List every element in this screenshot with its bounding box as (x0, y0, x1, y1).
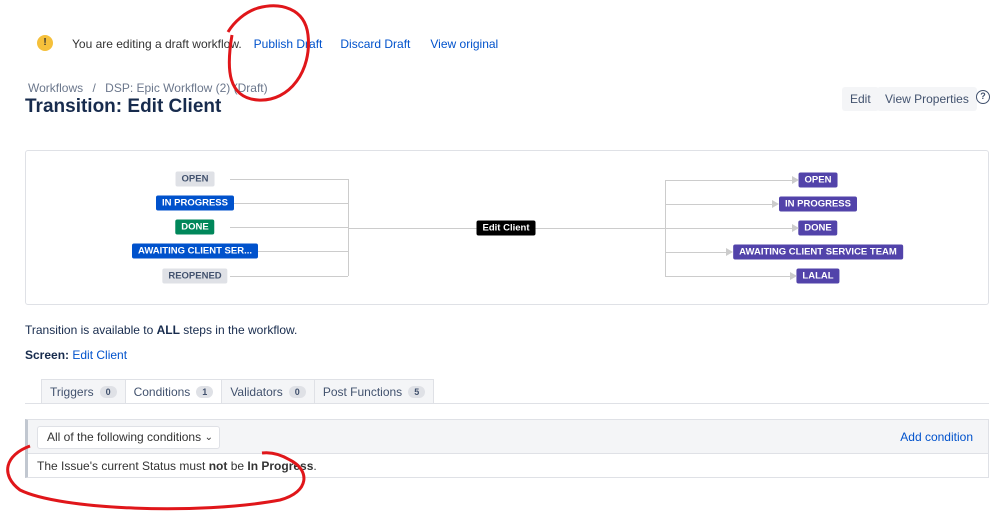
arrow-icon (789, 272, 797, 280)
to-status-lozenge: AWAITING CLIENT SERVICE TEAM (733, 244, 903, 260)
tab-divider (25, 403, 989, 404)
tab-conditions[interactable]: Conditions 1 (124, 379, 223, 404)
to-status-lozenge: OPEN (798, 172, 838, 188)
condition-mode-select[interactable]: All of the following conditions ⌄ (37, 426, 220, 449)
from-status-lozenge: AWAITING CLIENT SER... (131, 243, 259, 259)
condition-row: The Issue's current Status must not be I… (37, 459, 317, 473)
screen-link[interactable]: Edit Client (72, 348, 127, 362)
from-status-lozenge: IN PROGRESS (156, 195, 234, 211)
count-badge: 1 (196, 385, 214, 398)
to-status-lozenge: LALAL (796, 268, 840, 284)
arrow-icon (791, 176, 799, 184)
from-status-lozenge: REOPENED (162, 268, 228, 284)
arrow-icon (772, 200, 779, 208)
count-badge: 0 (99, 385, 117, 398)
to-status-lozenge: IN PROGRESS (779, 196, 857, 212)
add-condition-link[interactable]: Add condition (900, 430, 973, 444)
screen-info: Screen: Edit Client (25, 348, 128, 362)
arrow-icon (726, 248, 733, 256)
count-badge: 0 (288, 385, 306, 398)
availability-text: Transition is available to ALL steps in … (25, 323, 298, 337)
from-status-lozenge: OPEN (175, 171, 215, 187)
tab-triggers[interactable]: Triggers 0 (41, 379, 126, 404)
tab-post-functions[interactable]: Post Functions 5 (313, 379, 435, 404)
tab-bar: Triggers 0 Conditions 1 Validators 0 Post F… (41, 379, 435, 404)
from-status-lozenge: DONE (175, 219, 215, 235)
arrow-icon (791, 224, 799, 232)
to-status-lozenge: DONE (798, 220, 838, 236)
transition-label[interactable]: Edit Client (476, 220, 536, 236)
conditions-panel: All of the following conditions ⌄ Add con… (25, 419, 989, 478)
chevron-down-icon: ⌄ (204, 432, 213, 443)
tab-validators[interactable]: Validators 0 (221, 379, 315, 404)
count-badge: 5 (408, 385, 426, 398)
